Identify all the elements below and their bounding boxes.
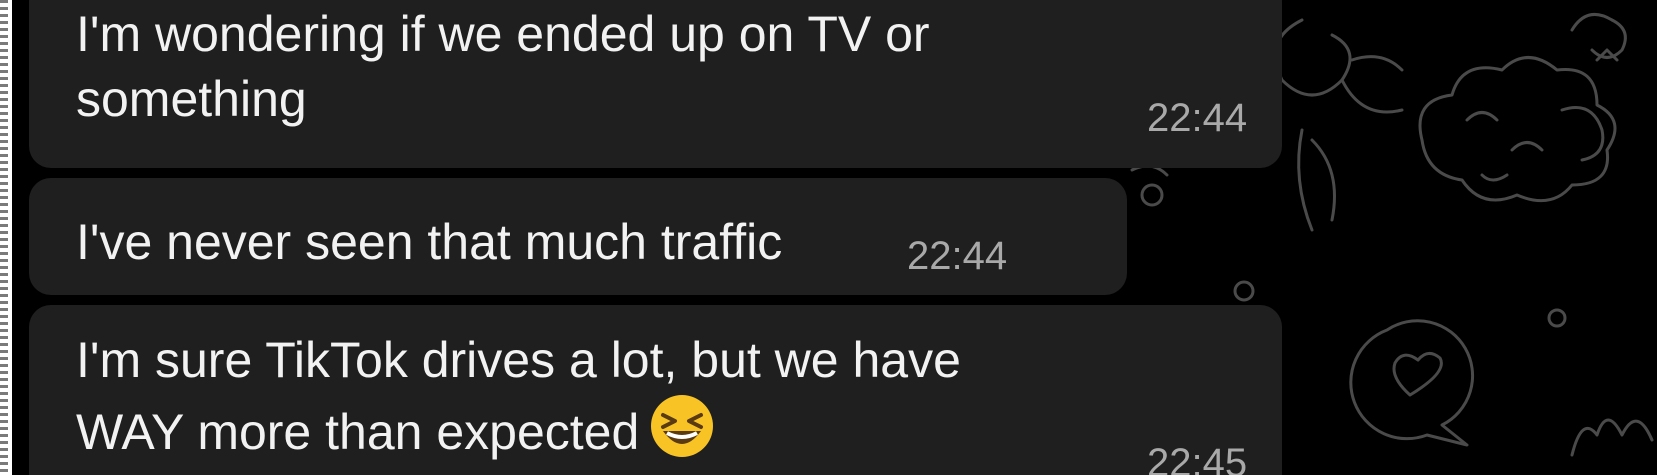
heart-bubble-doodle xyxy=(1349,319,1475,447)
message-text-row: WAY more than expected xyxy=(76,393,1282,465)
message-text-line: WAY more than expected xyxy=(76,404,640,460)
message-bubble[interactable]: I've never seen that much traffic 22:44 xyxy=(29,178,1127,295)
laughing-squinting-face-emoji-icon xyxy=(649,393,715,459)
message-timestamp: 22:45 xyxy=(1147,441,1248,475)
cloud-doodle xyxy=(1418,56,1617,203)
message-bubble[interactable]: I'm wondering if we ended up on TV or so… xyxy=(29,0,1282,168)
message-timestamp: 22:44 xyxy=(1147,96,1248,140)
chat-area[interactable]: I'm wondering if we ended up on TV or so… xyxy=(12,0,1657,475)
message-text-line: I'm sure TikTok drives a lot, but we hav… xyxy=(76,332,961,388)
circle-doodle xyxy=(1233,280,1255,302)
swirl-doodle xyxy=(1273,18,1352,97)
message-text-line: I've never seen that much traffic xyxy=(76,214,783,270)
squiggle-doodle xyxy=(1570,418,1654,457)
message-bubble[interactable]: I'm sure TikTok drives a lot, but we hav… xyxy=(29,305,1282,475)
leaf-doodle xyxy=(1297,128,1314,232)
message-timestamp: 22:44 xyxy=(907,234,1008,278)
screenshot-frame: I'm wondering if we ended up on TV or so… xyxy=(0,0,1657,475)
message-text-line: I'm wondering if we ended up on TV or xyxy=(76,6,930,62)
message-text-line: something xyxy=(76,71,307,127)
